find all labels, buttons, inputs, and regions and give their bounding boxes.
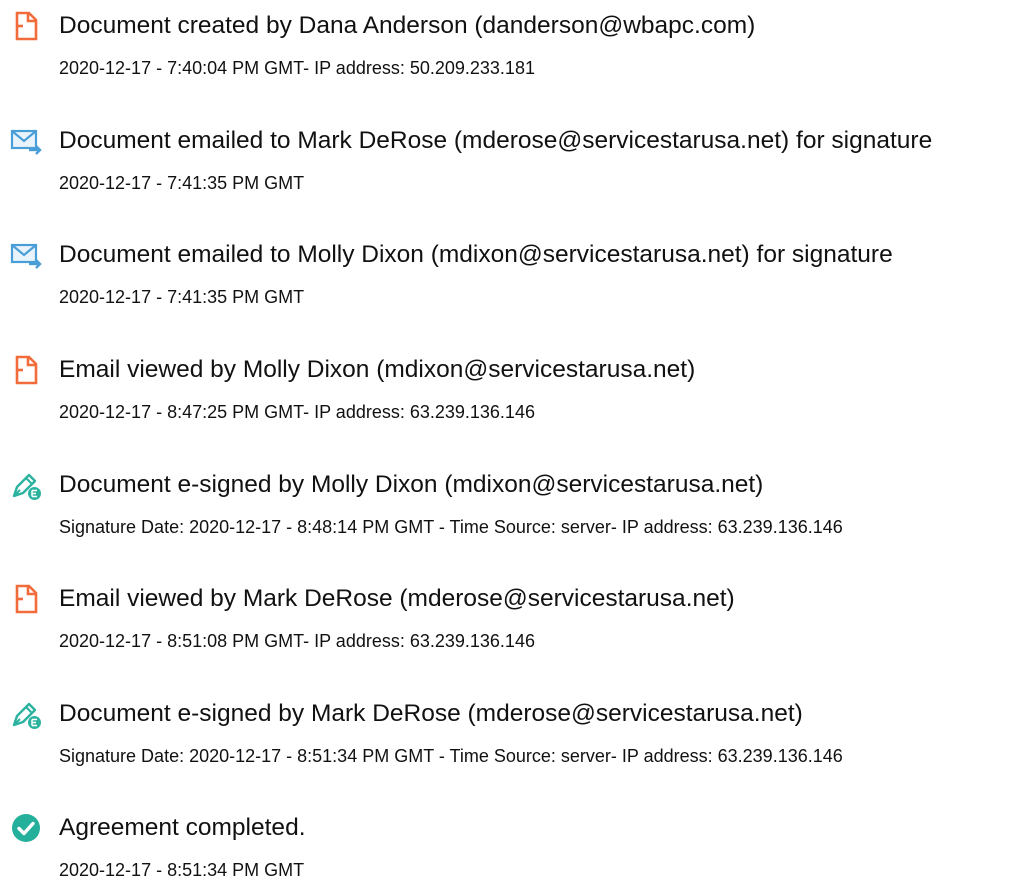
event-title: Document created by Dana Anderson (dande… [59, 12, 756, 39]
audit-event: Document e-signed by Mark DeRose (mderos… [0, 688, 1011, 768]
event-title: Document e-signed by Mark DeRose (mderos… [59, 700, 803, 727]
event-title: Email viewed by Mark DeRose (mderose@ser… [59, 585, 735, 612]
document-icon [10, 10, 42, 42]
document-icon [10, 583, 42, 615]
audit-event: Document emailed to Molly Dixon (mdixon@… [0, 229, 1011, 309]
check-circle-icon [10, 812, 42, 844]
audit-event: Agreement completed. 2020-12-17 - 8:51:3… [0, 802, 1011, 882]
event-detail: 2020-12-17 - 8:47:25 PM GMT- IP address:… [59, 402, 535, 422]
audit-event: Email viewed by Mark DeRose (mderose@ser… [0, 573, 1011, 653]
event-detail: 2020-12-17 - 7:41:35 PM GMT [59, 173, 305, 193]
event-detail: 2020-12-17 - 8:51:08 PM GMT- IP address:… [59, 631, 535, 651]
event-detail: 2020-12-17 - 8:51:34 PM GMT [59, 860, 305, 880]
event-title: Document emailed to Molly Dixon (mdixon@… [59, 241, 893, 268]
event-title: Email viewed by Molly Dixon (mdixon@serv… [59, 356, 696, 383]
audit-event: Document created by Dana Anderson (dande… [0, 0, 1011, 80]
e-sign-pen-icon [10, 698, 42, 730]
audit-event: Document e-signed by Molly Dixon (mdixon… [0, 459, 1011, 539]
email-sent-icon [10, 125, 42, 157]
event-title: Document emailed to Mark DeRose (mderose… [59, 127, 933, 154]
event-detail: 2020-12-17 - 7:41:35 PM GMT [59, 287, 305, 307]
e-sign-pen-icon [10, 469, 42, 501]
event-detail: 2020-12-17 - 7:40:04 PM GMT- IP address:… [59, 58, 535, 78]
event-detail: Signature Date: 2020-12-17 - 8:51:34 PM … [59, 746, 843, 766]
event-detail: Signature Date: 2020-12-17 - 8:48:14 PM … [59, 517, 843, 537]
audit-event: Document emailed to Mark DeRose (mderose… [0, 115, 1011, 195]
audit-trail-list: Document created by Dana Anderson (dande… [0, 0, 1011, 880]
email-sent-icon [10, 239, 42, 271]
event-title: Agreement completed. [59, 814, 306, 841]
audit-event: Email viewed by Molly Dixon (mdixon@serv… [0, 344, 1011, 424]
event-title: Document e-signed by Molly Dixon (mdixon… [59, 471, 764, 498]
document-icon [10, 354, 42, 386]
